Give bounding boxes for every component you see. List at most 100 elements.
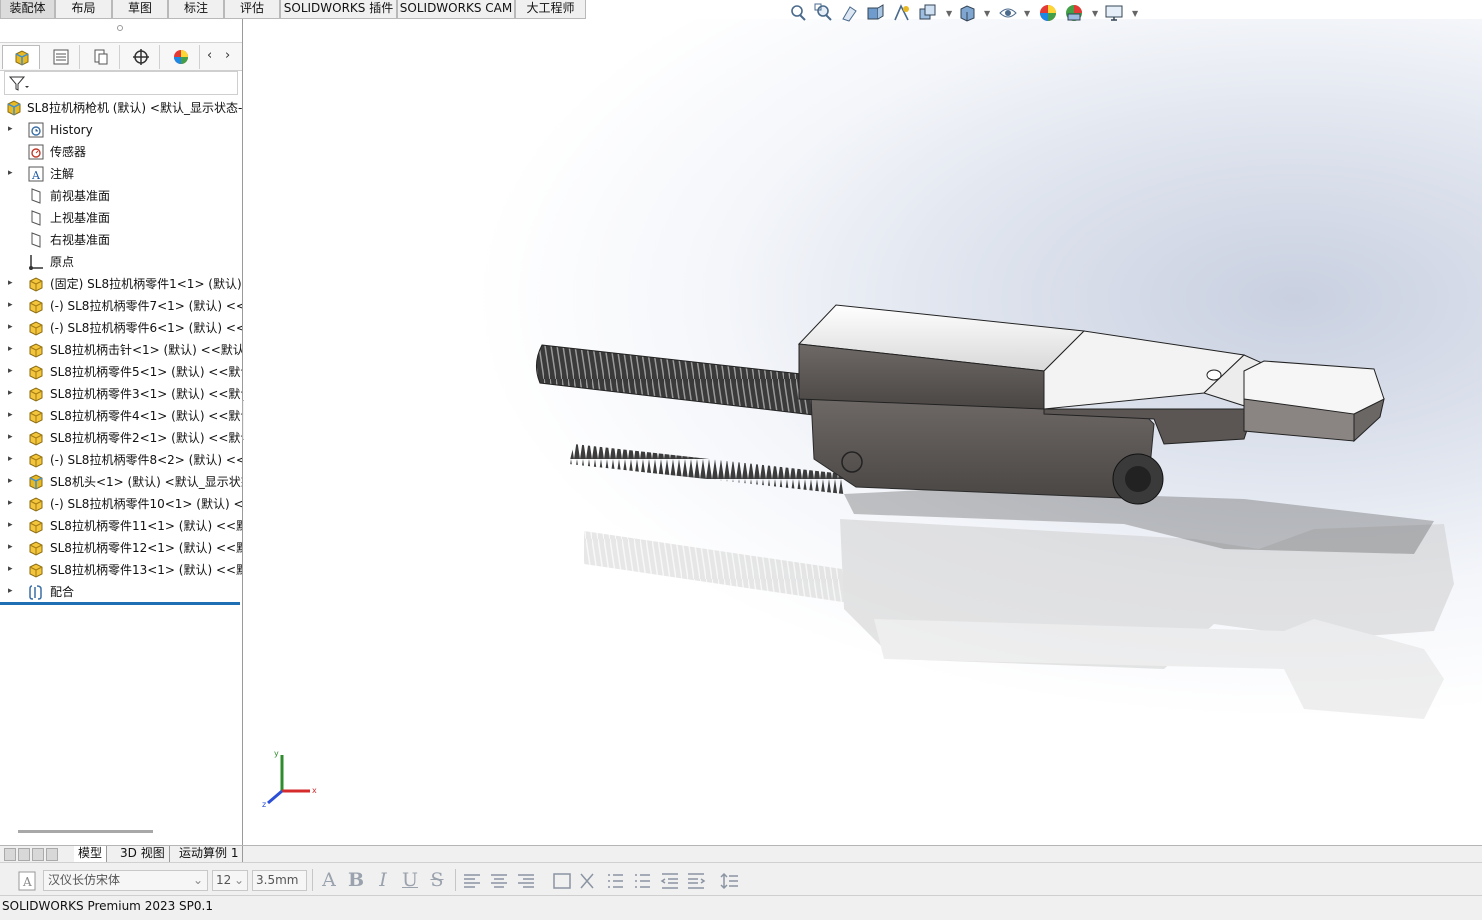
dimxpert-icon[interactable] — [122, 45, 160, 69]
previous-view-icon[interactable] — [840, 3, 860, 23]
expand-arrow-icon[interactable]: ▸ — [8, 542, 16, 552]
tree-item[interactable]: ▸ SL8拉机柄零件4<1> (默认) <<默认>_显示 — [0, 405, 242, 427]
tree-item[interactable]: SL8拉机柄枪机 (默认) <默认_显示状态-1> — [0, 97, 242, 119]
tab-scroll-left-icon[interactable]: ‹ — [207, 48, 212, 63]
zoom-to-fit-icon[interactable] — [788, 3, 808, 23]
line-spacing-icon — [720, 872, 738, 890]
tree-item[interactable]: ▸ SL8拉机柄零件5<1> (默认) <<默认>_显示 — [0, 361, 242, 383]
tree-item[interactable]: ▸ 配合 — [0, 581, 242, 603]
tree-item[interactable]: ▸ (-) SL8拉机柄零件10<1> (默认) <<默认> — [0, 493, 242, 515]
tree-item[interactable]: ▸ SL8拉机柄击针<1> (默认) <<默认>_显示 — [0, 339, 242, 361]
dynamic-annotation-icon[interactable] — [892, 3, 912, 23]
tab-3d-view[interactable]: 3D 视图 — [116, 846, 170, 863]
expand-arrow-icon[interactable]: ▸ — [8, 344, 16, 354]
tab-solidworks-addins[interactable]: SOLIDWORKS 插件 — [280, 0, 397, 19]
tree-item[interactable]: 上视基准面 — [0, 207, 242, 229]
tab-assembly[interactable]: 装配体 — [0, 0, 55, 19]
featuremanager-icon[interactable] — [2, 45, 40, 69]
expand-arrow-icon[interactable]: ▸ — [8, 388, 16, 398]
tab-motion-study[interactable]: 运动算例 1 — [175, 846, 244, 863]
section-view-icon[interactable] — [866, 3, 886, 23]
tab-layout[interactable]: 布局 — [55, 0, 112, 19]
tree-item[interactable]: ▸ SL8拉机柄零件12<1> (默认) <<默认>_显示 — [0, 537, 242, 559]
expand-arrow-icon[interactable]: ▸ — [8, 498, 16, 508]
sensor-icon — [28, 144, 44, 160]
expand-arrow-icon[interactable]: ▸ — [8, 322, 16, 332]
bold-button[interactable]: B — [345, 869, 367, 891]
configurationmanager-icon[interactable] — [82, 45, 120, 69]
view-orientation-icon[interactable] — [918, 3, 938, 23]
rollback-bar[interactable] — [0, 602, 240, 605]
tree-item[interactable]: ▸ SL8拉机柄零件11<1> (默认) <<默认>_显示 — [0, 515, 242, 537]
expand-arrow-icon[interactable]: ▸ — [8, 432, 16, 442]
tree-item[interactable]: 前视基准面 — [0, 185, 242, 207]
tree-item[interactable]: ▸ SL8拉机柄零件3<1> (默认) <<默认>_显示 — [0, 383, 242, 405]
tree-item[interactable]: ▸ A 注解 — [0, 163, 242, 185]
assembly-model[interactable] — [244, 19, 1482, 845]
expand-arrow-icon[interactable]: ▸ — [8, 520, 16, 530]
font-size-select[interactable]: 12 ⌄ — [212, 870, 248, 891]
last-tab-icon[interactable] — [46, 848, 58, 861]
coordinate-triad: y x z — [262, 749, 317, 809]
tab-scroll-right-icon[interactable]: › — [225, 48, 230, 63]
horizontal-scrollbar[interactable] — [18, 830, 153, 833]
tree-item[interactable]: 原点 — [0, 251, 242, 273]
chevron-down-icon[interactable]: ▼ — [1132, 9, 1138, 18]
bullets-icon — [608, 874, 623, 888]
tab-big-engineer[interactable]: 大工程师 — [515, 0, 586, 19]
tree-item[interactable]: ▸ History — [0, 119, 242, 141]
displaymanager-icon[interactable] — [162, 45, 200, 69]
tab-markup[interactable]: 标注 — [168, 0, 224, 19]
chevron-down-icon[interactable]: ▼ — [984, 9, 990, 18]
tree-item-label: SL8拉机柄零件4<1> (默认) <<默认>_显示 — [50, 409, 242, 423]
expand-arrow-icon[interactable]: ▸ — [8, 564, 16, 574]
tree-filter[interactable] — [4, 71, 238, 95]
expand-arrow-icon[interactable]: ▸ — [8, 586, 16, 596]
expand-arrow-icon[interactable]: ▸ — [8, 410, 16, 420]
font-value: 汉仪长仿宋体 — [48, 873, 121, 887]
tree-item[interactable]: ▸ SL8拉机柄零件2<1> (默认) <<默认>_显示 — [0, 427, 242, 449]
display-style-icon[interactable] — [958, 3, 978, 23]
propertymanager-icon[interactable] — [42, 45, 80, 69]
chevron-down-icon[interactable]: ▼ — [946, 9, 952, 18]
tree-item[interactable]: ▸ SL8机头<1> (默认) <默认_显示状态-1> — [0, 471, 242, 493]
svg-text:A: A — [31, 169, 41, 182]
underline-button[interactable]: U — [399, 869, 421, 891]
expand-arrow-icon[interactable]: ▸ — [8, 168, 16, 178]
tree-item[interactable]: ▸ (-) SL8拉机柄零件7<1> (默认) <<默认> — [0, 295, 242, 317]
tab-evaluate[interactable]: 评估 — [224, 0, 280, 19]
expand-arrow-icon[interactable]: ▸ — [8, 454, 16, 464]
italic-button[interactable]: I — [372, 869, 394, 891]
expand-arrow-icon[interactable]: ▸ — [8, 300, 16, 310]
prev-tab-icon[interactable] — [18, 848, 30, 861]
first-tab-icon[interactable] — [4, 848, 16, 861]
chevron-down-icon[interactable]: ▼ — [1092, 9, 1098, 18]
font-select[interactable]: 汉仪长仿宋体 ⌄ — [43, 870, 208, 891]
font-color-button[interactable]: A — [318, 869, 340, 891]
text-style-icon[interactable]: A — [18, 871, 36, 891]
tree-item[interactable]: 传感器 — [0, 141, 242, 163]
expand-arrow-icon[interactable]: ▸ — [8, 476, 16, 486]
tab-model[interactable]: 模型 — [74, 846, 108, 863]
tree-item[interactable]: ▸ (-) SL8拉机柄零件6<1> (默认) <<默认> — [0, 317, 242, 339]
expand-arrow-icon[interactable]: ▸ — [8, 366, 16, 376]
strikethrough-button[interactable]: S — [426, 869, 448, 891]
font-height-input[interactable]: 3.5mm — [252, 870, 307, 891]
panel-grip[interactable] — [0, 19, 242, 43]
tab-sketch[interactable]: 草图 — [112, 0, 168, 19]
apply-scene-icon[interactable] — [1064, 3, 1084, 23]
tree-item[interactable]: ▸ (-) SL8拉机柄零件8<2> (默认) <<默认> — [0, 449, 242, 471]
chevron-down-icon[interactable]: ▼ — [1024, 9, 1030, 18]
expand-arrow-icon[interactable]: ▸ — [8, 124, 16, 134]
tab-solidworks-cam[interactable]: SOLIDWORKS CAM — [397, 0, 515, 19]
tree-item[interactable]: ▸ SL8拉机柄零件13<1> (默认) <<默认>_显示 — [0, 559, 242, 581]
next-tab-icon[interactable] — [32, 848, 44, 861]
tree-item[interactable]: 右视基准面 — [0, 229, 242, 251]
expand-arrow-icon[interactable]: ▸ — [8, 278, 16, 288]
tree-item[interactable]: ▸ (固定) SL8拉机柄零件1<1> (默认) — [0, 273, 242, 295]
view-settings-icon[interactable] — [1104, 3, 1124, 23]
edit-appearance-icon[interactable] — [1038, 3, 1058, 23]
hide-show-icon[interactable] — [998, 3, 1018, 23]
graphics-area[interactable]: y x z — [244, 19, 1482, 845]
zoom-to-area-icon[interactable] — [814, 3, 834, 23]
